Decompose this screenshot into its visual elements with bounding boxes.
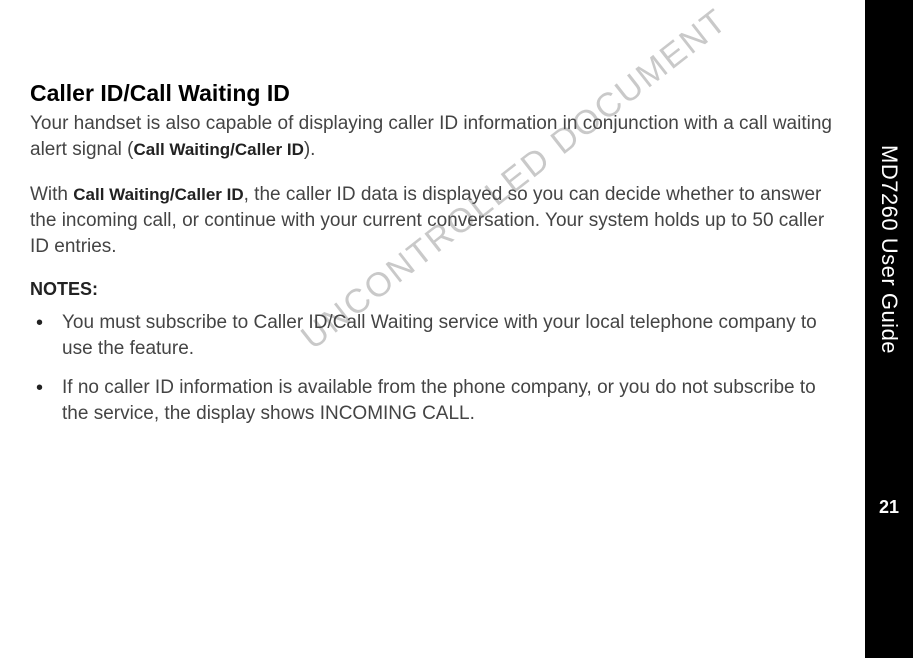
para1-bold: Call Waiting/Caller ID — [134, 140, 304, 159]
content-area: UNCONTROLLED DOCUMENT Caller ID/Call Wai… — [0, 0, 865, 658]
note-item: You must subscribe to Caller ID/Call Wai… — [30, 310, 835, 361]
section-heading: Caller ID/Call Waiting ID — [30, 80, 835, 107]
page-number: 21 — [865, 497, 913, 518]
guide-title: MD7260 User Guide — [876, 145, 902, 354]
note1-text-a: You must subscribe to — [62, 312, 254, 333]
para1-text-b: ). — [304, 139, 316, 160]
page: UNCONTROLLED DOCUMENT Caller ID/Call Wai… — [0, 0, 913, 658]
note-item: If no caller ID information is available… — [30, 375, 835, 426]
para2-text-a: With — [30, 184, 73, 205]
note1-bold: Caller ID/Call Waiting — [254, 312, 434, 333]
paragraph-1: Your handset is also capable of displayi… — [30, 111, 835, 162]
para2-bold: Call Waiting/Caller ID — [73, 185, 243, 204]
notes-list: You must subscribe to Caller ID/Call Wai… — [30, 310, 835, 427]
notes-heading: NOTES: — [30, 279, 835, 300]
watermark-text: UNCONTROLLED DOCUMENT — [294, 1, 735, 358]
note2-bold: INCOMING CALL — [320, 403, 470, 424]
sidebar: MD7260 User Guide 21 — [865, 0, 913, 658]
note2-text-b: . — [470, 403, 475, 424]
paragraph-2: With Call Waiting/Caller ID, the caller … — [30, 182, 835, 259]
